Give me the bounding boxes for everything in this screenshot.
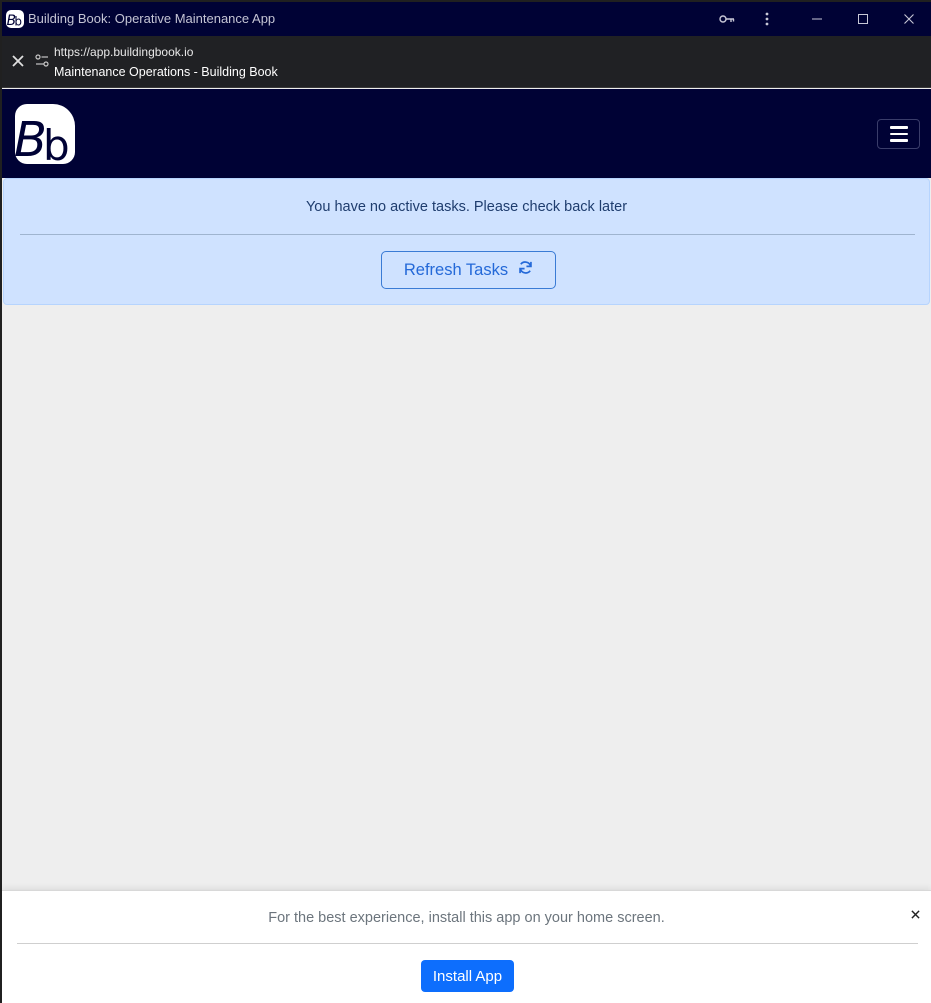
- app-header: B b: [2, 89, 931, 178]
- install-app-button[interactable]: Install App: [421, 960, 514, 992]
- page-title-text: Maintenance Operations - Building Book: [54, 65, 278, 79]
- install-divider: [17, 943, 918, 944]
- app-window: B b Building Book: Operative Maintenance…: [2, 2, 931, 1003]
- alert-message: You have no active tasks. Please check b…: [305, 199, 628, 215]
- building-book-logo[interactable]: B b: [15, 104, 75, 164]
- address-bar: https://app.buildingbook.io Maintenance …: [2, 36, 931, 88]
- close-icon[interactable]: [10, 53, 26, 69]
- hamburger-menu-button[interactable]: [877, 119, 920, 149]
- hamburger-line: [889, 132, 908, 136]
- key-icon[interactable]: [707, 2, 747, 36]
- app-logo-icon: B b: [6, 10, 24, 28]
- refresh-tasks-label: Refresh Tasks: [403, 260, 509, 279]
- maximize-icon[interactable]: [843, 2, 883, 36]
- minimize-icon[interactable]: [797, 2, 837, 36]
- alert-divider: [20, 234, 915, 235]
- close-window-icon[interactable]: [889, 2, 929, 36]
- svg-text:b: b: [14, 15, 22, 28]
- install-message: For the best experience, install this ap…: [268, 910, 665, 926]
- refresh-icon: [518, 260, 533, 280]
- refresh-tasks-button[interactable]: Refresh Tasks: [381, 251, 556, 289]
- svg-text:b: b: [43, 121, 70, 164]
- hamburger-line: [889, 139, 908, 142]
- url-text[interactable]: https://app.buildingbook.io: [54, 45, 193, 59]
- more-options-icon[interactable]: [747, 2, 787, 36]
- close-banner-icon[interactable]: [906, 905, 924, 923]
- title-bar: B b Building Book: Operative Maintenance…: [2, 2, 931, 36]
- no-tasks-alert: You have no active tasks. Please check b…: [3, 178, 930, 305]
- hamburger-line: [889, 126, 908, 129]
- install-banner: For the best experience, install this ap…: [2, 890, 931, 1003]
- site-settings-icon[interactable]: [34, 53, 50, 69]
- window-title: Building Book: Operative Maintenance App: [28, 11, 276, 26]
